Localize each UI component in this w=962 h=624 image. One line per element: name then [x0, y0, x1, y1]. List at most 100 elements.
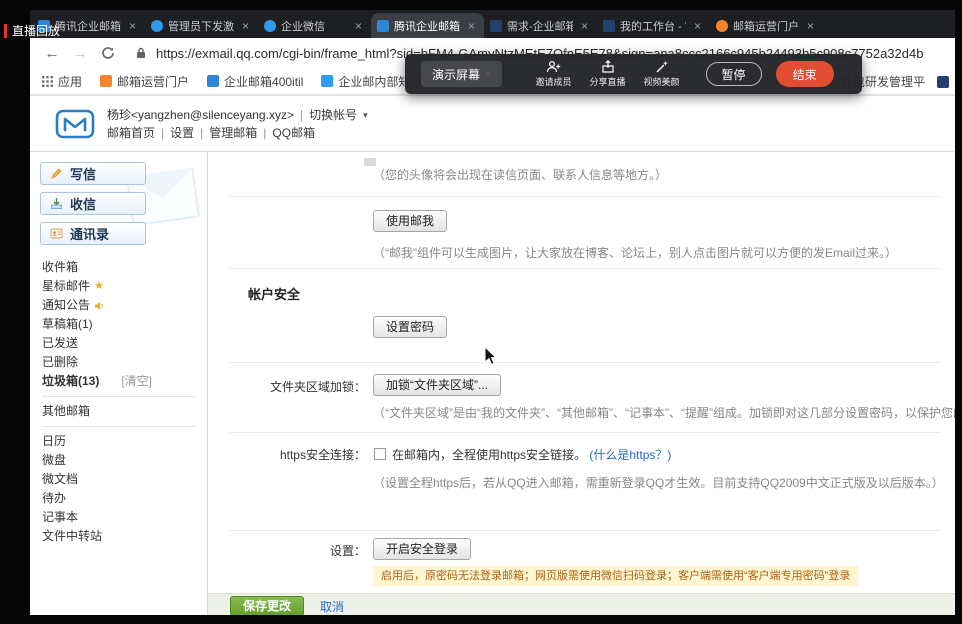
- receive-button[interactable]: 收信: [40, 192, 146, 215]
- https-note: （设置全程https后，若从QQ进入邮箱，需重新登录QQ才生效。目前支持QQ20…: [373, 474, 944, 491]
- present-screen-button[interactable]: 演示屏幕 ▾: [421, 61, 502, 87]
- secure-login-label: 设置：: [208, 542, 366, 559]
- https-checkbox[interactable]: [374, 448, 386, 460]
- tab-close-icon[interactable]: ×: [126, 19, 139, 33]
- sidebar-item-other-mailboxes[interactable]: 其他邮箱: [30, 402, 207, 421]
- divider: [230, 530, 941, 531]
- mailme-button[interactable]: 使用邮我: [373, 210, 447, 232]
- actions-bar: 保存更改 取消: [208, 593, 955, 615]
- receive-label: 收信: [70, 194, 96, 213]
- sidebar-item-file-transfer[interactable]: 文件中转站: [30, 527, 207, 546]
- cancel-link[interactable]: 取消: [320, 598, 344, 615]
- back-button[interactable]: ←: [40, 41, 64, 65]
- bookmark-apps[interactable]: 应用: [42, 73, 82, 90]
- tab-title: 腾讯企业邮箱: [55, 18, 121, 34]
- folder-list: 收件箱 星标邮件 ★ 通知公告: [30, 258, 207, 546]
- compose-button[interactable]: 写信: [40, 162, 146, 185]
- divider: [230, 362, 941, 363]
- sidebar-item-calendar[interactable]: 日历: [30, 432, 207, 451]
- video-beauty-icon: [655, 60, 669, 73]
- mail-header: 杨珍<yangzhen@silenceyang.xyz> | 切换帐号 ▾ 邮箱…: [30, 96, 955, 151]
- folder-label: 微文档: [42, 470, 78, 489]
- tab-close-icon[interactable]: ×: [578, 19, 591, 33]
- forward-button[interactable]: →: [68, 41, 92, 65]
- meeting-toolbar: 演示屏幕 ▾ 邀请成员 分享直播: [405, 54, 862, 94]
- folder-label: 已发送: [42, 334, 78, 353]
- separator: |: [263, 124, 266, 142]
- bookmark-itil[interactable]: 企业邮箱400itil: [207, 73, 303, 90]
- folder-inbox[interactable]: 收件箱: [30, 258, 207, 277]
- mailme-note: （“邮我”组件可以生成图片，让大家放在博客、论坛上，别人点击图片就可以方便的发E…: [373, 244, 897, 261]
- replay-label: 直播回放: [12, 22, 60, 39]
- browser-tab[interactable]: 需求-企业邮箱-TA ×: [484, 13, 597, 38]
- nav-qq-mail[interactable]: QQ邮箱: [272, 124, 315, 142]
- pause-button[interactable]: 暂停: [706, 62, 762, 86]
- tab-close-icon[interactable]: ×: [239, 19, 252, 33]
- wecom-favicon: [151, 20, 163, 32]
- screen: 直播回放 腾讯企业邮箱 × 管理员下发激活码 × 企业微信 × 腾讯企业邮箱: [0, 0, 962, 624]
- browser-tab[interactable]: 我的工作台 - TAP ×: [597, 13, 710, 38]
- folder-deleted[interactable]: 已删除: [30, 353, 207, 372]
- bookmark-favicon-only[interactable]: [937, 76, 949, 88]
- tab-close-icon[interactable]: ×: [804, 19, 817, 33]
- tab-close-icon[interactable]: ×: [352, 19, 365, 33]
- mail-body: 写信 收信: [30, 151, 955, 615]
- share-live-button[interactable]: 分享直播: [586, 60, 630, 88]
- contacts-button[interactable]: 通讯录: [40, 222, 146, 245]
- browser-tab-active[interactable]: 腾讯企业邮箱 - 邮 ×: [371, 13, 484, 38]
- folder-label: 星标邮件: [42, 277, 90, 296]
- portal-favicon: [716, 20, 728, 32]
- folder-drafts[interactable]: 草稿箱(1): [30, 315, 207, 334]
- nav-mail-home[interactable]: 邮箱首页: [107, 124, 155, 142]
- contacts-label: 通讯录: [70, 224, 109, 243]
- folder-label: 微盘: [42, 451, 66, 470]
- tab-close-icon[interactable]: ×: [691, 19, 704, 33]
- receive-icon: [50, 197, 63, 210]
- invite-member-button[interactable]: 邀请成员: [532, 60, 576, 88]
- reload-button[interactable]: [96, 41, 120, 65]
- sidebar-item-weidoc[interactable]: 微文档: [30, 470, 207, 489]
- video-beauty-label: 视频美颜: [644, 75, 680, 88]
- nav-manage-mail[interactable]: 管理邮箱: [209, 124, 257, 142]
- sidebar-item-todo[interactable]: 待办: [30, 489, 207, 508]
- avatar-fragment: [364, 158, 376, 166]
- folder-starred[interactable]: 星标邮件 ★: [30, 277, 207, 296]
- folder-sent[interactable]: 已发送: [30, 334, 207, 353]
- tapd-favicon: [603, 20, 615, 32]
- browser-tab[interactable]: 邮箱运营门户 ×: [710, 13, 823, 38]
- apps-grid-icon: [42, 76, 53, 87]
- divider: [42, 396, 195, 397]
- folder-junk[interactable]: 垃圾箱(13) [清空]: [30, 372, 207, 391]
- sidebar-item-notes[interactable]: 记事本: [30, 508, 207, 527]
- end-button[interactable]: 结束: [776, 61, 834, 87]
- replay-indicator-bar: [4, 24, 7, 38]
- video-beauty-button[interactable]: 视频美颜: [640, 60, 684, 88]
- tab-strip: 腾讯企业邮箱 × 管理员下发激活码 × 企业微信 × 腾讯企业邮箱 - 邮 × …: [30, 10, 955, 38]
- bookmark-portal[interactable]: 邮箱运营门户: [100, 73, 189, 90]
- chevron-down-icon: ▾: [363, 106, 368, 124]
- tapd-favicon: [490, 20, 502, 32]
- exmail-logo: [55, 108, 95, 140]
- nav-settings[interactable]: 设置: [170, 124, 194, 142]
- browser-tab[interactable]: 管理员下发激活码 ×: [145, 13, 258, 38]
- save-button[interactable]: 保存更改: [230, 596, 304, 615]
- folder-lock-label: 文件夹区域加锁：: [208, 378, 366, 395]
- account-address: 杨珍<yangzhen@silenceyang.xyz>: [107, 106, 294, 124]
- secure-login-note: 启用后，原密码无法登录邮箱；网页版需使用微信扫码登录；客户端需使用“客户端专用密…: [373, 566, 858, 586]
- folder-lock-button[interactable]: 加锁“文件夹区域”...: [373, 374, 501, 396]
- browser-window: 腾讯企业邮箱 × 管理员下发激活码 × 企业微信 × 腾讯企业邮箱 - 邮 × …: [30, 10, 955, 615]
- what-is-https-link[interactable]: (什么是https？): [589, 448, 671, 462]
- tab-title: 管理员下发激活码: [168, 18, 234, 34]
- folder-label: 文件中转站: [42, 527, 102, 546]
- divider: [230, 268, 941, 269]
- sidebar-item-weidisk[interactable]: 微盘: [30, 451, 207, 470]
- browser-tab[interactable]: 企业微信 ×: [258, 13, 371, 38]
- secure-login-button[interactable]: 开启安全登录: [373, 538, 471, 560]
- junk-clear-link[interactable]: [清空]: [121, 372, 152, 391]
- tab-close-icon[interactable]: ×: [465, 19, 478, 33]
- divider: [230, 432, 941, 433]
- set-password-button[interactable]: 设置密码: [373, 316, 447, 338]
- switch-account-link[interactable]: 切换帐号: [309, 106, 357, 124]
- folder-label: 记事本: [42, 508, 78, 527]
- folder-announcements[interactable]: 通知公告: [30, 296, 207, 315]
